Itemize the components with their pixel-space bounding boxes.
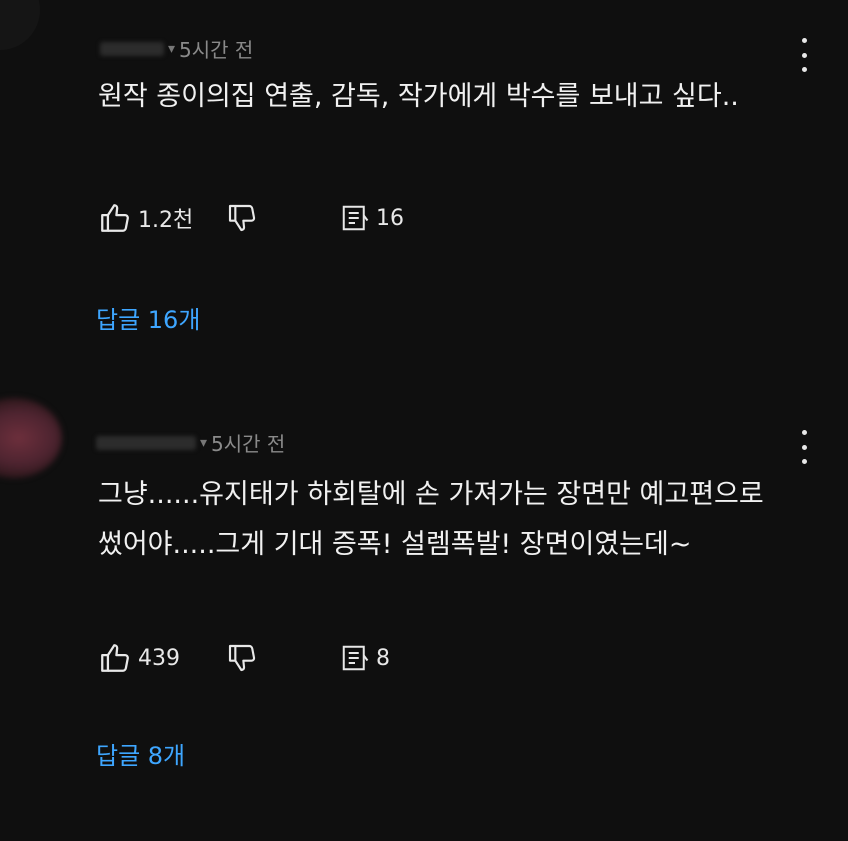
dislike-button[interactable] — [226, 642, 340, 674]
reply-count: 8 — [376, 645, 390, 671]
like-count: 439 — [138, 645, 180, 671]
comment-time[interactable]: 5시간 전 — [179, 34, 253, 63]
more-vert-icon[interactable] — [794, 38, 814, 72]
avatar[interactable] — [0, 398, 62, 478]
separator: ▾ — [200, 434, 208, 451]
like-count: 1.2천 — [138, 208, 194, 233]
reply-button[interactable]: 8 — [340, 643, 390, 673]
username-redacted[interactable] — [100, 41, 164, 56]
thumbs-down-icon — [226, 642, 258, 674]
dislike-button[interactable] — [226, 202, 340, 234]
comment-actions: 1.2천 16 — [98, 198, 404, 238]
reply-button[interactable]: 16 — [340, 203, 404, 233]
like-button[interactable]: 439 — [98, 641, 226, 675]
comment-text: 원작 종이의집 연출, 감독, 작가에게 박수를 보내고 싶다.. — [98, 81, 739, 112]
comment-item: ▾ 5시간 전 그냥......유지태가 하회탈에 손 가져가는 장면만 예고편… — [0, 380, 848, 841]
comment-actions: 439 8 — [98, 638, 390, 678]
more-vert-icon[interactable] — [794, 430, 814, 464]
comment-item: ▾ 5시간 전 원작 종이의집 연출, 감독, 작가에게 박수를 보내고 싶다.… — [0, 0, 848, 380]
thumbs-up-icon — [98, 641, 132, 675]
comment-header: ▾ 5시간 전 — [96, 428, 285, 457]
reply-icon — [340, 643, 370, 673]
like-button[interactable]: 1.2천 — [98, 201, 226, 235]
comment-text: 그냥......유지태가 하회탈에 손 가져가는 장면만 예고편으로 썼어야..… — [98, 479, 764, 560]
comment-time[interactable]: 5시간 전 — [211, 428, 285, 457]
thumbs-down-icon — [226, 202, 258, 234]
thumbs-up-icon — [98, 201, 132, 235]
avatar[interactable] — [0, 0, 40, 50]
separator: ▾ — [168, 40, 176, 57]
comment-header: ▾ 5시간 전 — [100, 34, 253, 63]
replies-link[interactable]: 답글 16개 — [96, 300, 200, 335]
reply-count: 16 — [376, 205, 404, 231]
replies-link[interactable]: 답글 8개 — [96, 736, 185, 771]
reply-icon — [340, 203, 370, 233]
username-redacted[interactable] — [96, 435, 196, 450]
